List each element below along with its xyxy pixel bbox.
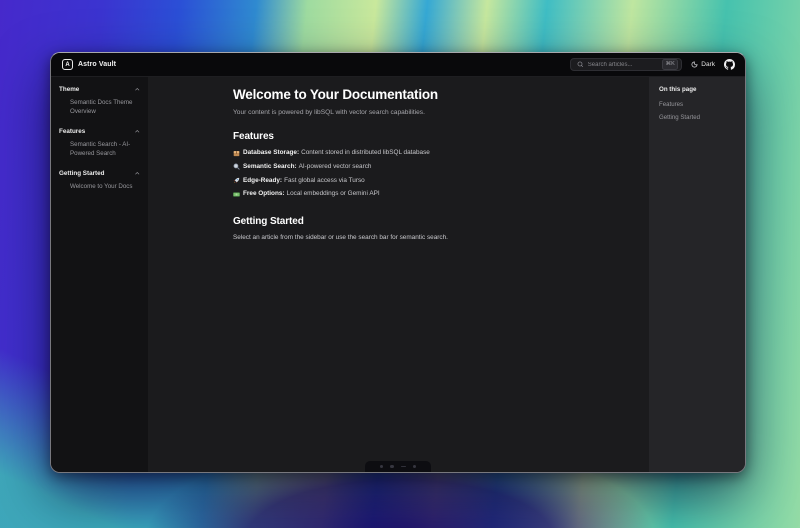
dock-icon-2[interactable] — [390, 465, 394, 469]
sidebar-section-header[interactable]: Getting Started — [59, 170, 140, 177]
feature-label: Database Storage: — [243, 149, 299, 157]
rocket-icon — [233, 177, 240, 184]
feature-item-free-options: Free Options: Local embeddings or Gemini… — [233, 190, 609, 198]
sidebar-nav: Theme Semantic Docs Theme Overview Featu… — [51, 77, 148, 472]
toc-title: On this page — [659, 86, 735, 93]
feature-label: Free Options: — [243, 190, 285, 198]
feature-item-semantic-search: Semantic Search: AI-powered vector searc… — [233, 163, 609, 171]
search-icon — [577, 61, 584, 68]
dock-peek — [365, 461, 431, 472]
site-logo[interactable]: A — [62, 59, 73, 70]
theme-toggle-button[interactable]: Dark — [691, 61, 715, 68]
site-title[interactable]: Astro Vault — [78, 61, 116, 68]
dock-icon-4[interactable] — [413, 465, 417, 469]
toc-link-features[interactable]: Features — [659, 101, 735, 108]
sidebar-section-title: Theme — [59, 86, 79, 93]
desktop-wallpaper: A Astro Vault Search articles... ⌘K — [0, 0, 800, 528]
feature-label: Semantic Search: — [243, 163, 297, 171]
browser-window: A Astro Vault Search articles... ⌘K — [50, 52, 746, 473]
feature-text: AI-powered vector search — [299, 163, 372, 171]
getting-started-text: Select an article from the sidebar or us… — [233, 234, 609, 241]
sidebar-section-title: Getting Started — [59, 170, 104, 177]
chevron-up-icon — [134, 128, 141, 135]
dock-icon-1[interactable] — [380, 465, 384, 469]
feature-item-database-storage: Database Storage: Content stored in dist… — [233, 149, 609, 157]
feature-label: Edge-Ready: — [243, 177, 282, 185]
getting-started-heading: Getting Started — [233, 216, 609, 227]
github-link[interactable] — [724, 59, 735, 70]
site-header: A Astro Vault Search articles... ⌘K — [51, 53, 745, 77]
page-intro: Your content is powered by libSQL with v… — [233, 109, 609, 116]
toc-panel: On this page Features Getting Started — [649, 77, 745, 472]
header-actions: Search articles... ⌘K Dark — [570, 58, 735, 71]
main-content: Welcome to Your Documentation Your conte… — [148, 77, 649, 472]
feature-text: Content stored in distributed libSQL dat… — [301, 149, 430, 157]
window-body: Theme Semantic Docs Theme Overview Featu… — [51, 77, 745, 472]
sidebar-section-features: Features Semantic Search - AI-Powered Se… — [59, 128, 140, 159]
sidebar-item-semantic-search[interactable]: Semantic Search - AI-Powered Search — [59, 141, 140, 159]
search-shortcut-badge: ⌘K — [662, 59, 678, 69]
search-input[interactable]: Search articles... ⌘K — [570, 58, 682, 71]
sidebar-section-getting-started: Getting Started Welcome to Your Docs — [59, 170, 140, 192]
toc-link-getting-started[interactable]: Getting Started — [659, 114, 735, 121]
sidebar-section-header[interactable]: Theme — [59, 86, 140, 93]
moon-icon — [691, 61, 698, 68]
sidebar-section-header[interactable]: Features — [59, 128, 140, 135]
feature-item-edge-ready: Edge-Ready: Fast global access via Turso — [233, 177, 609, 185]
dock-icon-3[interactable] — [401, 466, 406, 468]
theme-toggle-label: Dark — [701, 61, 715, 68]
page-title: Welcome to Your Documentation — [233, 87, 609, 102]
chevron-up-icon — [134, 86, 141, 93]
feature-text: Fast global access via Turso — [284, 177, 365, 185]
chevron-up-icon — [134, 170, 141, 177]
search-placeholder: Search articles... — [588, 62, 658, 68]
sidebar-item-welcome-to-your-docs[interactable]: Welcome to Your Docs — [59, 183, 140, 192]
features-heading: Features — [233, 131, 609, 142]
sidebar-item-semantic-docs-theme-overview[interactable]: Semantic Docs Theme Overview — [59, 99, 140, 117]
sidebar-section-title: Features — [59, 128, 85, 135]
sidebar-section-theme: Theme Semantic Docs Theme Overview — [59, 86, 140, 117]
feature-text: Local embeddings or Gemini API — [287, 190, 380, 198]
banknote-icon — [233, 191, 240, 198]
package-icon — [233, 150, 240, 157]
github-icon — [724, 59, 735, 70]
magnifier-icon — [233, 163, 240, 170]
